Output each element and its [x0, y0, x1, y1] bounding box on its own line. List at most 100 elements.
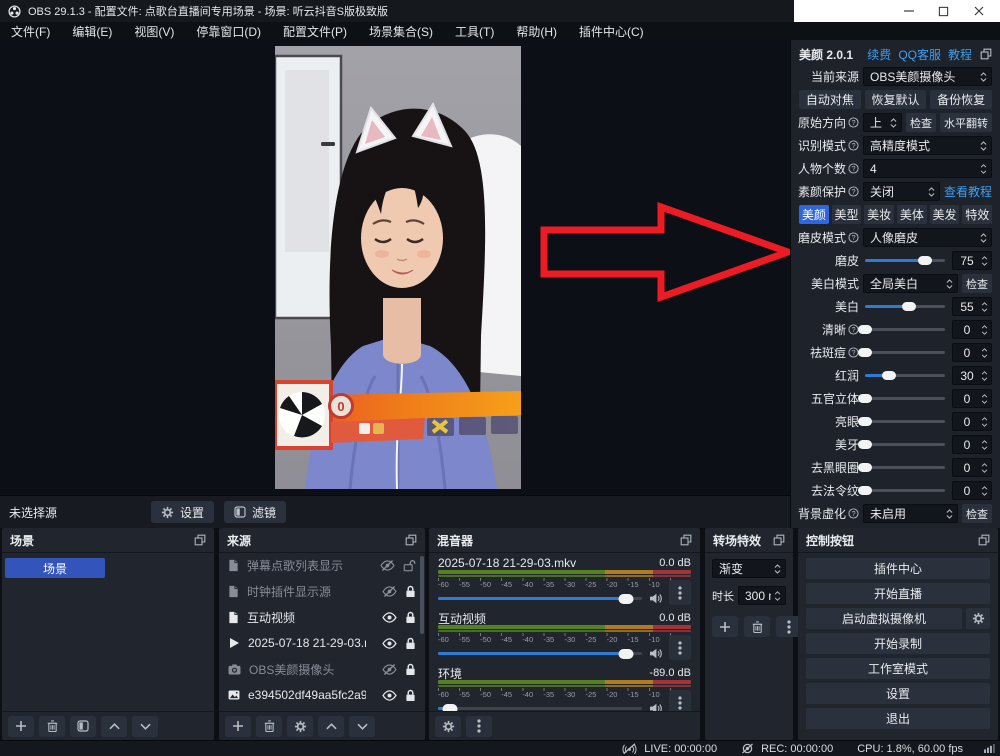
- bright-eyes-value-spinner[interactable]: 0: [952, 412, 992, 431]
- orientation-button-1[interactable]: 水平翻转: [940, 113, 992, 132]
- spin-down-icon[interactable]: [981, 469, 988, 473]
- spin-down-icon[interactable]: [981, 354, 988, 358]
- popout-icon[interactable]: [980, 48, 992, 60]
- source-item-2[interactable]: 互动视频: [219, 604, 425, 630]
- beauty-action-0[interactable]: 自动对焦: [799, 90, 861, 109]
- teeth-value-spinner[interactable]: 0: [952, 435, 992, 454]
- blemish-value-spinner[interactable]: 0: [952, 343, 992, 362]
- volume-slider[interactable]: [438, 707, 642, 710]
- beauty-tab-0[interactable]: 美颜: [799, 205, 829, 224]
- bg-blur-select[interactable]: 未启用: [863, 504, 958, 523]
- settings-button[interactable]: 设置: [806, 683, 990, 704]
- nasolabial-value-spinner[interactable]: 0: [952, 481, 992, 500]
- move-scene-up-button[interactable]: [101, 716, 127, 737]
- bright-eyes-slider[interactable]: [863, 412, 948, 431]
- speaker-icon[interactable]: [649, 648, 662, 659]
- move-source-down-button[interactable]: [349, 716, 375, 737]
- detect-mode-select[interactable]: 高精度模式: [863, 136, 992, 155]
- transition-duration-spinner[interactable]: 300 ms: [738, 586, 786, 605]
- clarity-value-spinner[interactable]: 0: [952, 320, 992, 339]
- menu-item-tools[interactable]: 工具(T): [444, 23, 505, 40]
- spin-down-icon[interactable]: [774, 597, 781, 601]
- source-properties-button[interactable]: 设置: [151, 501, 214, 523]
- start-recording-button[interactable]: 开始录制: [806, 633, 990, 654]
- spin-down-icon[interactable]: [981, 492, 988, 496]
- mixer-menu-button[interactable]: [466, 716, 492, 737]
- whiten-slider[interactable]: [863, 297, 948, 316]
- lock-icon[interactable]: [405, 637, 416, 650]
- spin-up-icon[interactable]: [981, 302, 988, 306]
- visibility-off-icon[interactable]: [382, 586, 397, 597]
- preview-canvas[interactable]: 0: [275, 46, 521, 489]
- smooth-value-spinner[interactable]: 75: [952, 251, 992, 270]
- orientation-button-0[interactable]: 检查: [906, 113, 936, 132]
- spin-up-icon[interactable]: [981, 417, 988, 421]
- add-transition-button[interactable]: [712, 616, 738, 637]
- volume-slider[interactable]: [438, 652, 642, 655]
- spin-up-icon[interactable]: [981, 256, 988, 260]
- face-protect-tutorial-link[interactable]: 查看教程: [944, 183, 992, 200]
- source-item-3[interactable]: 2025-07-18 21-29-03.mkv: [219, 630, 425, 656]
- beauty-tab-2[interactable]: 美妆: [864, 205, 894, 224]
- spin-up-icon[interactable]: [981, 463, 988, 467]
- beauty-tab-4[interactable]: 美发: [930, 205, 960, 224]
- lock-icon[interactable]: [405, 689, 416, 702]
- bg-blur-button-0[interactable]: 检查: [962, 504, 992, 523]
- mixer-channel-menu-button[interactable]: [669, 690, 691, 712]
- menu-item-view[interactable]: 视图(V): [123, 23, 185, 40]
- menu-item-edit[interactable]: 编辑(E): [61, 23, 123, 40]
- spin-down-icon[interactable]: [981, 331, 988, 335]
- beauty-link-1[interactable]: QQ客服: [898, 46, 941, 63]
- spin-down-icon[interactable]: [981, 423, 988, 427]
- spin-down-icon[interactable]: [981, 377, 988, 381]
- spin-up-icon[interactable]: [774, 591, 781, 595]
- maximize-button[interactable]: [926, 0, 961, 22]
- scene-item-0[interactable]: 场景: [5, 558, 105, 578]
- spin-up-icon[interactable]: [981, 440, 988, 444]
- rosy-value-spinner[interactable]: 30: [952, 366, 992, 385]
- orientation-select[interactable]: 上: [863, 113, 902, 132]
- spin-up-icon[interactable]: [981, 325, 988, 329]
- dark-circles-value-spinner[interactable]: 0: [952, 458, 992, 477]
- current-source-select[interactable]: OBS美颜摄像头: [863, 67, 992, 86]
- source-properties-toolbar-button[interactable]: [287, 716, 313, 737]
- spin-up-icon[interactable]: [981, 486, 988, 490]
- unlock-icon[interactable]: [403, 559, 416, 572]
- menu-item-scene-collection[interactable]: 场景集合(S): [358, 23, 444, 40]
- menu-item-plugin-center[interactable]: 插件中心(C): [568, 23, 655, 40]
- beauty-tab-5[interactable]: 特效: [962, 205, 992, 224]
- add-scene-button[interactable]: [8, 716, 34, 737]
- face-protect-select[interactable]: 关闭: [863, 182, 940, 201]
- move-scene-down-button[interactable]: [132, 716, 158, 737]
- remove-scene-button[interactable]: [39, 716, 65, 737]
- popout-icon[interactable]: [194, 534, 206, 546]
- menu-item-help[interactable]: 帮助(H): [505, 23, 568, 40]
- beauty-tab-3[interactable]: 美体: [897, 205, 927, 224]
- menu-item-docks[interactable]: 停靠窗口(D): [185, 23, 272, 40]
- transition-select[interactable]: 渐变: [712, 559, 786, 578]
- blemish-slider[interactable]: [863, 343, 948, 362]
- speaker-icon[interactable]: [649, 593, 662, 604]
- source-item-0[interactable]: 弹幕点歌列表显示: [219, 552, 425, 578]
- spin-up-icon[interactable]: [981, 371, 988, 375]
- face-3d-slider[interactable]: [863, 389, 948, 408]
- advanced-audio-button[interactable]: [435, 716, 461, 737]
- studio-mode-button[interactable]: 工作室模式: [806, 658, 990, 679]
- spin-down-icon[interactable]: [981, 262, 988, 266]
- add-source-button[interactable]: [225, 716, 251, 737]
- mixer-channel-menu-button[interactable]: [669, 580, 691, 605]
- lock-icon[interactable]: [405, 611, 416, 624]
- popout-icon[interactable]: [680, 534, 692, 546]
- minimize-button[interactable]: [891, 0, 926, 22]
- menu-item-file[interactable]: 文件(F): [0, 23, 61, 40]
- smooth-mode-select[interactable]: 人像磨皮: [863, 228, 992, 247]
- source-filters-button[interactable]: 滤镜: [224, 501, 286, 523]
- spin-up-icon[interactable]: [981, 348, 988, 352]
- source-item-1[interactable]: 时钟插件显示源: [219, 578, 425, 604]
- popout-icon[interactable]: [978, 534, 990, 546]
- beauty-tab-1[interactable]: 美型: [832, 205, 862, 224]
- nasolabial-slider[interactable]: [863, 481, 948, 500]
- source-item-4[interactable]: OBS美颜摄像头: [219, 656, 425, 682]
- visibility-off-icon[interactable]: [382, 664, 397, 675]
- virtual-camera-settings-button[interactable]: [966, 608, 990, 629]
